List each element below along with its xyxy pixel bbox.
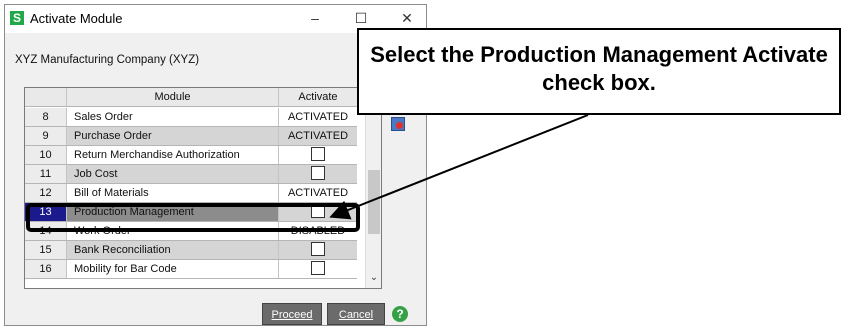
instruction-callout: Select the Production Management Activat… — [357, 28, 841, 115]
callout-arrow — [329, 114, 589, 220]
